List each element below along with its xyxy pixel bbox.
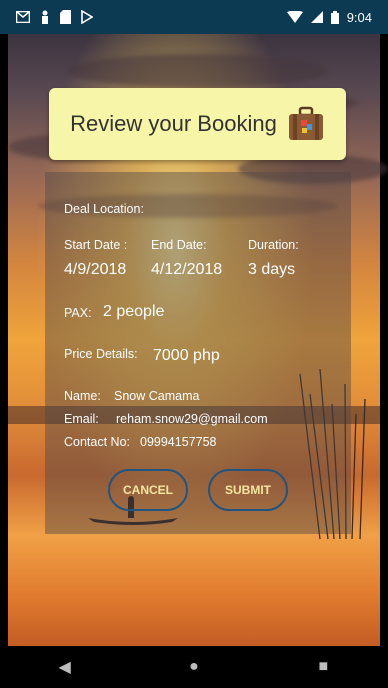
back-icon[interactable]: ◀ [45,657,85,677]
battery-icon [330,10,339,24]
contact-value: 09994157758 [140,435,217,449]
duration-value: 3 days [248,261,296,278]
status-bar: 9:04 [0,0,388,34]
sd-card-icon [60,10,71,24]
notification-icons [16,10,93,24]
end-date-value: 4/12/2018 [151,261,223,278]
name-label: Name: [64,389,101,403]
phone-screen: 9:04 Review your Booking Deal Location: … [0,0,388,688]
duration-label: Duration: [248,238,299,252]
page-title: Review your Booking [70,111,277,136]
email-label: Email: [64,412,99,426]
end-date-label: End Date: [151,238,207,252]
email-value: reham.snow29@gmail.com [116,412,268,426]
system-icons: 9:04 [286,9,372,25]
signal-icon [310,11,323,23]
person-icon [42,10,48,24]
start-date-label: Start Date : [64,238,128,252]
contact-label: Contact No: [64,435,131,449]
pax-value: 2 people [103,303,165,320]
cancel-button[interactable]: CANCEL [108,469,188,511]
suitcase-icon [288,106,323,140]
navigation-bar: ◀ ● ■ [0,646,388,688]
start-date-value: 4/9/2018 [64,261,127,278]
name-value: Snow Camama [114,389,200,403]
mail-icon [16,11,30,23]
price-value: 7000 php [153,347,220,364]
home-icon[interactable]: ● [174,658,214,676]
price-details-label: Price Details: [64,347,138,361]
wifi-icon [286,11,303,23]
deal-location-label: Deal Location: [64,202,144,216]
submit-button[interactable]: SUBMIT [208,469,288,511]
pax-label: PAX: [64,306,92,320]
recents-icon[interactable]: ■ [303,658,343,676]
header-card: Review your Booking [49,88,346,160]
clock-time: 9:04 [346,9,372,25]
play-store-icon [81,10,93,24]
